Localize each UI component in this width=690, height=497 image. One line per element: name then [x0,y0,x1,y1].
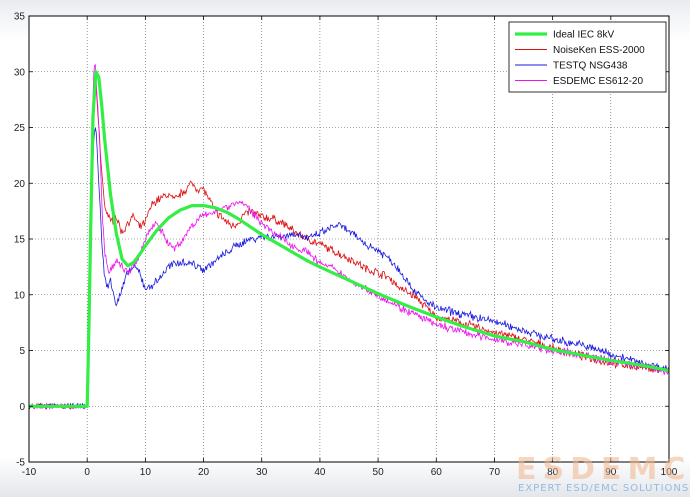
legend-entry-label: Ideal IEC 8kV [553,30,614,41]
legend: Ideal IEC 8kV NoiseKen ESS-2000 TESTQ NSG4… [508,21,667,93]
legend-entry-label: ESDEMC ES612-20 [553,76,643,87]
line-chart: -10 0 10 20 30 40 50 60 70 80 90 100 -5051015202530… [14,12,678,479]
x-tick-label: 30 [256,467,268,478]
y-tick-label: 25 [14,123,26,134]
y-tick-label: 35 [14,12,26,23]
y-tick-label: 20 [14,179,26,190]
watermark-logo-text: ESDEMC [516,452,690,487]
x-tick-label: 70 [489,467,501,478]
x-tick-label: 50 [373,467,385,478]
y-tick-label: 5 [19,346,25,357]
x-tick-label: 0 [84,467,90,478]
y-tick-label: 10 [14,290,26,301]
chart-frame: -10 0 10 20 30 40 50 60 70 80 90 100 -5 0 5 10 15 20 25 30… [0,0,690,497]
y-tick-label: 30 [14,67,26,78]
watermark-tagline: EXPERT ESD/EMC SOLUTIONS [518,483,690,494]
y-tick-label: 15 [14,235,26,246]
y-tick-label: 0 [19,402,25,413]
x-tick-label: 20 [198,467,210,478]
x-tick-label: 60 [431,467,443,478]
watermark-logo: ESDEMC EXPERT ESD/EMC SOLUTIONS [516,452,690,496]
y-tick-label: -5 [16,458,25,469]
legend-entry-label: NoiseKen ESS-2000 [553,45,645,56]
x-tick-label: 10 [140,467,152,478]
x-tick-label: 40 [314,467,326,478]
legend-entry-label: TESTQ NSG438 [553,61,628,72]
x-tick-label: -10 [22,467,37,478]
